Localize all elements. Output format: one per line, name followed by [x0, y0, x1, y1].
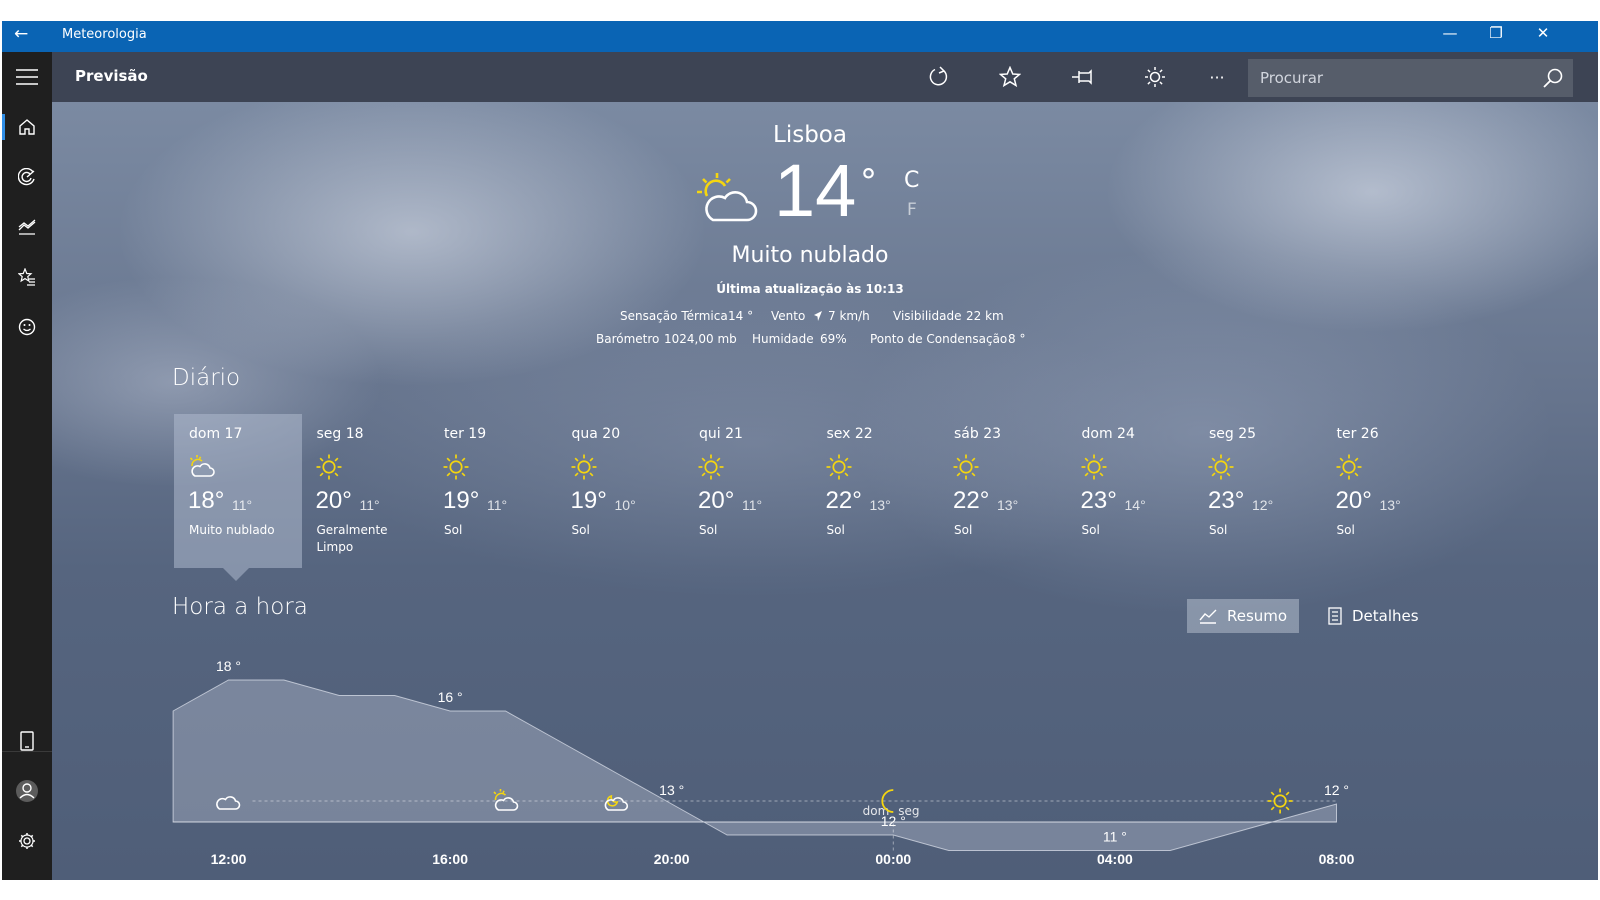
restore-icon[interactable]: ❐ — [1473, 24, 1519, 48]
sidebar-item-historical[interactable] — [2, 202, 52, 252]
search-input[interactable] — [1248, 59, 1533, 97]
star-icon — [999, 66, 1021, 88]
x-tick-label: 00:00 — [875, 851, 911, 867]
x-tick-label: 20:00 — [654, 851, 690, 867]
smiley-icon — [18, 318, 36, 336]
back-arrow-icon[interactable]: ← — [14, 24, 28, 44]
sidebar-item-maps[interactable] — [2, 152, 52, 202]
x-tick-label: 04:00 — [1097, 851, 1133, 867]
x-tick-label: 08:00 — [1319, 851, 1355, 867]
favorite-button[interactable] — [990, 60, 1030, 94]
sidebar — [2, 52, 52, 880]
temperature-label: 12 ° — [1324, 782, 1349, 798]
toolbar: Previsão ··· — [52, 52, 1598, 102]
theme-button[interactable] — [1135, 60, 1175, 94]
sidebar-item-phone[interactable] — [2, 716, 52, 766]
phone-icon — [20, 731, 34, 751]
temperature-label: 16 ° — [438, 689, 463, 705]
temperature-label: 12 ° — [881, 813, 906, 829]
settings-icon — [19, 833, 35, 849]
more-button[interactable]: ··· — [1197, 60, 1237, 94]
refresh-icon — [929, 66, 948, 86]
sidebar-item-account[interactable] — [2, 766, 52, 816]
close-icon[interactable]: ✕ — [1520, 24, 1566, 48]
account-icon — [16, 780, 38, 802]
x-tick-label: 12:00 — [211, 851, 247, 867]
page-title: Previsão — [75, 67, 148, 85]
minimize-icon[interactable]: — — [1427, 24, 1473, 48]
sidebar-item-favorites[interactable] — [2, 252, 52, 302]
temperature-label: 18 ° — [216, 658, 241, 674]
hamburger-icon — [16, 69, 38, 85]
search-box — [1248, 59, 1573, 97]
x-tick-label: 16:00 — [432, 851, 468, 867]
temperature-area — [172, 679, 1337, 851]
hamburger-menu-button[interactable] — [2, 52, 52, 102]
search-icon — [1543, 68, 1563, 88]
title-bar: ← Meteorologia — ❐ ✕ — [2, 21, 1598, 52]
pin-icon — [1072, 69, 1092, 85]
home-icon — [19, 119, 35, 135]
favorites-list-icon — [18, 268, 35, 286]
forecast-main: Lisboa 14 ° C F Muito nublado Última atu… — [52, 102, 1598, 880]
brightness-icon — [1145, 67, 1165, 87]
app-title: Meteorologia — [62, 27, 147, 42]
refresh-button[interactable] — [918, 60, 958, 94]
pin-button[interactable] — [1063, 60, 1103, 94]
temperature-label: 11 ° — [1103, 829, 1127, 845]
weather-app-window: ← Meteorologia — ❐ ✕ Previsão ··· Procur… — [2, 21, 1598, 880]
sidebar-item-forecast[interactable] — [2, 102, 52, 152]
sidebar-item-settings[interactable] — [2, 816, 52, 866]
hourly-temperature-chart: dom seg18 °16 °13 °12 °11 °12 °12:00 16:00… — [172, 658, 1355, 867]
temperature-label: 13 ° — [659, 782, 684, 798]
radar-icon — [18, 168, 35, 186]
sidebar-item-life[interactable] — [2, 302, 52, 352]
search-button[interactable] — [1533, 59, 1573, 97]
historical-chart-icon — [18, 219, 36, 235]
